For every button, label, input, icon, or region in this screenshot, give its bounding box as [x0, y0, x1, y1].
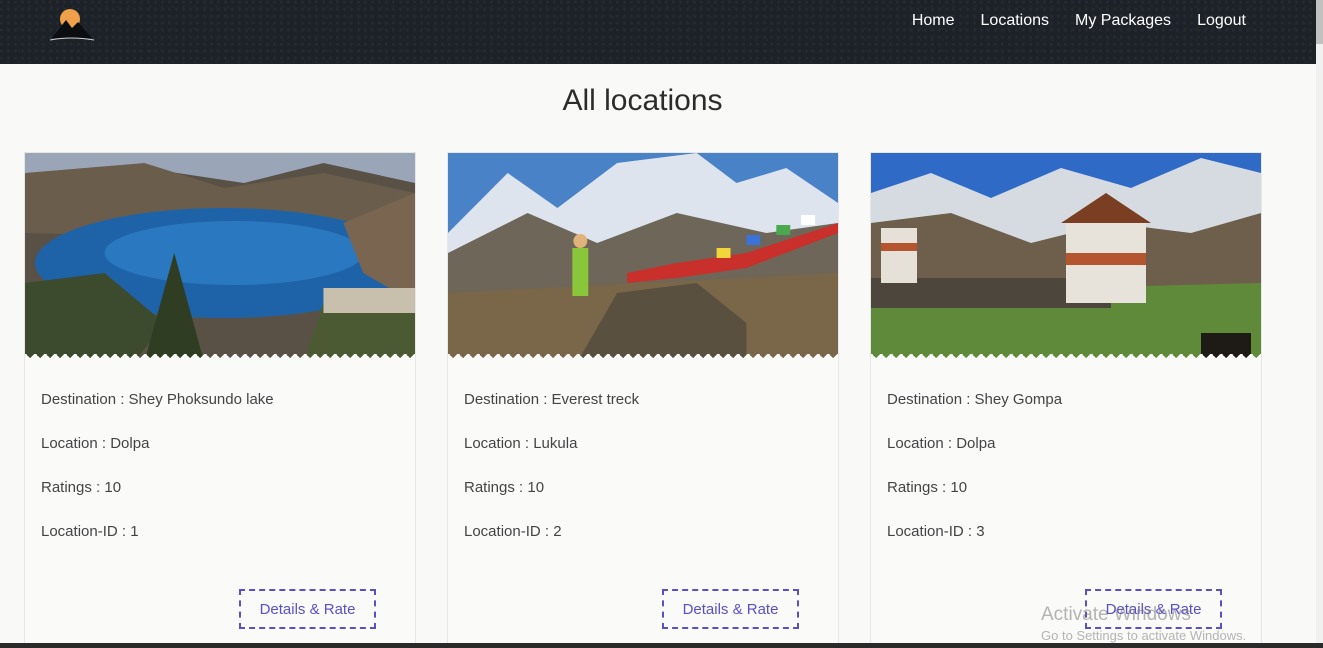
details-rate-button[interactable]: Details & Rate	[662, 589, 799, 629]
location-card: Destination : Shey Phoksundo lake Locati…	[24, 152, 416, 648]
nav-logout-link[interactable]: Logout	[1197, 12, 1246, 30]
watermark-subtitle: Go to Settings to activate Windows.	[1041, 628, 1247, 643]
zigzag-edge	[25, 354, 415, 362]
nav-menu: Home Locations My Packages Logout	[912, 0, 1246, 42]
page-scrollbar[interactable]	[1316, 0, 1323, 648]
ratings-text: Ratings : 10	[41, 479, 122, 496]
ratings-text: Ratings : 10	[464, 479, 545, 496]
ratings-text: Ratings : 10	[887, 479, 968, 496]
page-title: All locations	[562, 84, 723, 117]
location-text: Location : Dolpa	[887, 435, 996, 452]
location-text: Location : Lukula	[464, 435, 578, 452]
top-navbar: Home Locations My Packages Logout	[0, 0, 1316, 64]
location-card: Destination : Everest treck Location : L…	[447, 152, 839, 648]
card-body: Destination : Shey Gompa Location : Dolp…	[871, 362, 1261, 566]
zigzag-edge	[448, 354, 838, 362]
location-id-text: Location-ID : 3	[887, 523, 985, 540]
location-card: Destination : Shey Gompa Location : Dolp…	[870, 152, 1262, 648]
watermark-title: Activate Windows	[1041, 604, 1191, 625]
location-id-text: Location-ID : 2	[464, 523, 562, 540]
location-id-text: Location-ID : 1	[41, 523, 139, 540]
location-image	[25, 153, 415, 362]
brand-logo[interactable]	[44, 4, 98, 44]
nav-my-packages-link[interactable]: My Packages	[1075, 12, 1171, 30]
destination-text: Destination : Shey Gompa	[887, 391, 1063, 408]
activation-watermark: Activate Windows Go to Settings to activ…	[1041, 604, 1246, 643]
location-text: Location : Dolpa	[41, 435, 150, 452]
nav-locations-link[interactable]: Locations	[981, 12, 1050, 30]
zigzag-edge	[871, 354, 1261, 362]
destination-text: Destination : Shey Phoksundo lake	[41, 391, 274, 408]
destination-text: Destination : Everest treck	[464, 391, 640, 408]
card-body: Destination : Everest treck Location : L…	[448, 362, 838, 566]
nav-home-link[interactable]: Home	[912, 12, 955, 30]
bottom-bar	[0, 643, 1323, 648]
scrollbar-thumb[interactable]	[1316, 0, 1323, 44]
location-image	[448, 153, 838, 362]
card-body: Destination : Shey Phoksundo lake Locati…	[25, 362, 415, 566]
details-rate-button[interactable]: Details & Rate	[239, 589, 376, 629]
location-image	[871, 153, 1261, 362]
